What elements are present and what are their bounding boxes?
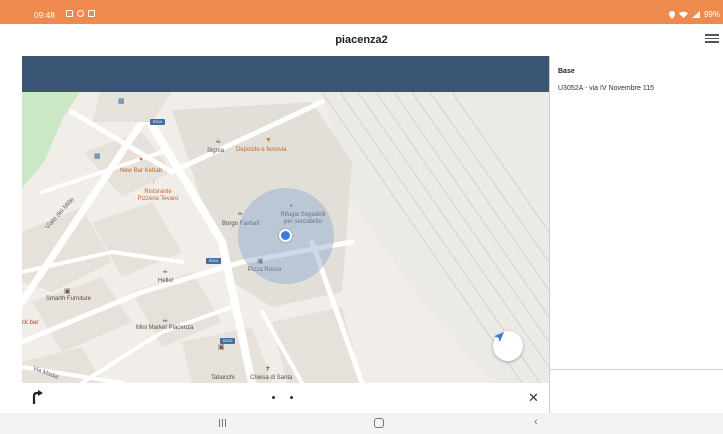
current-location-dot: [279, 229, 292, 242]
bottom-bar: ✕: [22, 383, 549, 413]
side-panel: Base U3052A - via IV Novembre 115: [549, 56, 723, 413]
church-icon: ✝: [265, 366, 271, 373]
title-bar: piacenza2: [0, 24, 723, 56]
route-shield: SS10: [206, 258, 221, 264]
header-band: [22, 56, 549, 92]
recents-button[interactable]: [219, 419, 226, 427]
bar-icon: ▼: [265, 137, 272, 144]
hamburger-menu-icon[interactable]: [705, 32, 719, 46]
map-label: New Bar Kebab: [120, 168, 163, 174]
map-label: ck bar: [22, 320, 39, 326]
bus-stop-icon: ▦: [118, 98, 125, 105]
status-right: 99%: [668, 10, 720, 19]
cafe-icon: ☕: [215, 138, 222, 145]
pager-dots: [272, 396, 293, 399]
side-heading: Base: [558, 68, 575, 75]
map-label: Sigma: [207, 148, 225, 154]
divider: [550, 369, 723, 370]
status-time: 09:48: [34, 11, 56, 20]
app-notification-icon: [88, 10, 95, 17]
recenter-button[interactable]: [493, 331, 523, 361]
back-button[interactable]: ‹: [534, 417, 538, 428]
map-view[interactable]: SS10 SS10 SS10 ▦ ▦ ☕ ▼ ● ↑ ☕ • ▣ ☕ ▣ ☕ ▣…: [22, 92, 549, 383]
signal-status-icon: [691, 11, 700, 18]
turn-direction-icon[interactable]: [31, 390, 43, 404]
location-status-icon: [668, 10, 675, 19]
map-label: Deposito e ferrovia: [236, 147, 287, 153]
map-label: Smarth Furniture: [46, 296, 92, 302]
stop-item[interactable]: U3052A - via IV Novembre 115: [558, 85, 654, 92]
map-label: Mini Market Piacenza: [136, 325, 194, 331]
map-label: Hello!: [158, 278, 174, 284]
shop-icon: ☕: [162, 268, 169, 275]
battery-level: 99%: [703, 10, 720, 19]
notification-icon: [66, 10, 73, 17]
route-shield: SS10: [150, 119, 165, 125]
page-title: piacenza2: [335, 34, 388, 46]
notification-icons: [66, 10, 95, 17]
app-root: 09:48 99% piacenza2 SS10 SS10 SS10 ▦ ▦ ☕…: [0, 0, 723, 434]
wifi-status-icon: [678, 11, 688, 18]
restaurant-icon: ↑: [152, 180, 156, 187]
system-nav-bar: ‹: [0, 413, 723, 434]
bus-stop-icon: ▦: [94, 153, 101, 160]
map-label: Tabacchi: [211, 375, 235, 381]
settings-notification-icon: [77, 10, 84, 17]
navigation-arrow-icon: [494, 332, 504, 342]
shop-icon: ▣: [218, 344, 225, 351]
status-bar: 09:48 99%: [0, 0, 723, 24]
furniture-icon: ▣: [64, 288, 71, 295]
fastfood-icon: ●: [139, 156, 144, 163]
map-label: Ristorante Pizzeria Tevaro: [137, 189, 179, 202]
home-button[interactable]: [374, 418, 384, 428]
map-label: Chiesa di Santa: [250, 375, 293, 381]
close-icon[interactable]: ✕: [528, 391, 539, 404]
market-icon: ☕: [162, 317, 169, 324]
